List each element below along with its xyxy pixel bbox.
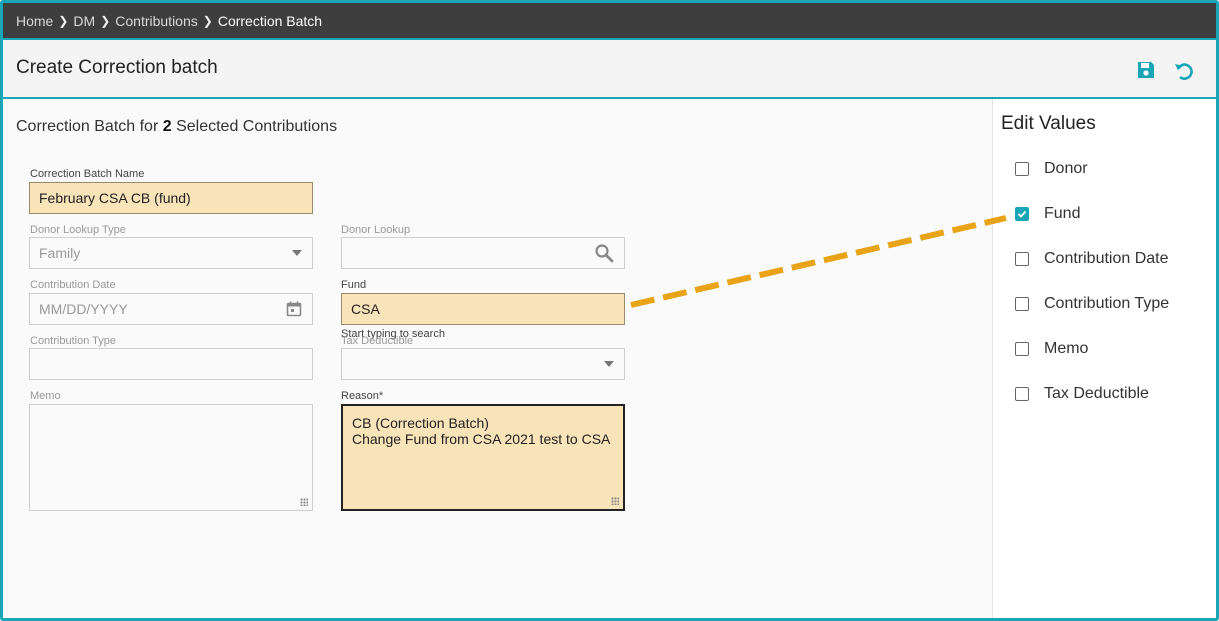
checkbox-checked-icon[interactable] <box>1015 207 1029 221</box>
tax-deductible-select[interactable] <box>341 348 625 380</box>
breadcrumb-dm[interactable]: DM <box>73 13 95 29</box>
contribution-date-input[interactable]: MM/DD/YYYY <box>29 293 313 325</box>
edit-value-label: Contribution Type <box>1044 295 1170 312</box>
checkbox-icon[interactable] <box>1015 162 1029 176</box>
edit-value-label: Donor <box>1044 160 1088 177</box>
contribution-type-input[interactable] <box>29 348 313 380</box>
chevron-down-icon <box>292 250 302 256</box>
checkbox-icon[interactable] <box>1015 387 1029 401</box>
breadcrumb-contributions[interactable]: Contributions <box>115 13 198 29</box>
donor-lookup-input[interactable] <box>341 237 625 269</box>
reason-textarea[interactable]: CB (Correction Batch) Change Fund from C… <box>341 404 625 511</box>
edit-value-label: Contribution Date <box>1044 250 1169 267</box>
checkbox-icon[interactable] <box>1015 342 1029 356</box>
reason-label: Reason* <box>341 390 384 402</box>
summary-prefix: Correction Batch for <box>16 118 163 135</box>
fund-input[interactable]: CSA <box>341 293 625 325</box>
selection-summary: Correction Batch for 2 Selected Contribu… <box>16 118 337 136</box>
contribution-date-label: Contribution Date <box>30 279 116 291</box>
check-icon <box>1017 210 1027 218</box>
contribution-type-label: Contribution Type <box>30 335 117 347</box>
edit-value-donor[interactable]: Donor <box>1015 160 1088 178</box>
reason-line-1: CB (Correction Batch) <box>352 415 489 431</box>
edit-value-label: Memo <box>1044 340 1089 357</box>
edit-values-panel: Edit Values Donor Fund Contribution Date Co… <box>992 99 1216 618</box>
chevron-right-icon: ❯ <box>202 13 213 28</box>
undo-icon[interactable] <box>1173 60 1195 82</box>
donor-lookup-label: Donor Lookup <box>341 224 411 236</box>
page-title: Create Correction batch <box>16 57 218 78</box>
resize-handle-icon[interactable] <box>611 497 619 505</box>
donor-lookup-type-label: Donor Lookup Type <box>30 224 126 236</box>
memo-label: Memo <box>30 390 61 402</box>
donor-lookup-type-value: Family <box>39 245 81 261</box>
page-header: Create Correction batch <box>3 38 1216 99</box>
chevron-right-icon: ❯ <box>58 13 69 28</box>
resize-handle-icon[interactable] <box>300 498 308 506</box>
chevron-down-icon <box>604 361 614 367</box>
edit-value-memo[interactable]: Memo <box>1015 340 1088 358</box>
tax-deductible-label: Tax Deductible <box>341 335 414 347</box>
selected-count: 2 <box>162 118 172 135</box>
breadcrumb-home[interactable]: Home <box>16 13 53 29</box>
breadcrumb: Home ❯ DM ❯ Contributions ❯ Correction B… <box>3 3 1216 38</box>
calendar-icon[interactable] <box>286 301 302 317</box>
batch-name-input[interactable]: February CSA CB (fund) <box>29 182 313 214</box>
batch-name-value: February CSA CB (fund) <box>39 190 191 206</box>
edit-value-label: Fund <box>1044 205 1081 222</box>
breadcrumb-correction-batch: Correction Batch <box>217 12 323 29</box>
summary-suffix: Selected Contributions <box>171 118 338 135</box>
memo-textarea[interactable] <box>29 404 313 511</box>
edit-value-label: Tax Deductible <box>1044 385 1149 402</box>
edit-value-tax-deductible[interactable]: Tax Deductible <box>1015 385 1149 403</box>
save-icon[interactable] <box>1136 60 1156 80</box>
app-window: Home ❯ DM ❯ Contributions ❯ Correction B… <box>0 0 1219 621</box>
donor-lookup-type-select[interactable]: Family <box>29 237 313 269</box>
edit-value-contribution-type[interactable]: Contribution Type <box>1015 295 1169 313</box>
search-icon[interactable] <box>594 243 614 263</box>
reason-line-2: Change Fund from CSA 2021 test to CSA <box>352 431 611 447</box>
checkbox-icon[interactable] <box>1015 252 1029 266</box>
form-panel: Correction Batch for 2 Selected Contribu… <box>3 99 992 618</box>
edit-value-fund[interactable]: Fund <box>1015 205 1080 223</box>
fund-value: CSA <box>351 301 380 317</box>
edit-value-contribution-date[interactable]: Contribution Date <box>1015 250 1169 268</box>
batch-name-label: Correction Batch Name <box>30 168 145 180</box>
contribution-date-placeholder: MM/DD/YYYY <box>39 301 128 317</box>
checkbox-icon[interactable] <box>1015 297 1029 311</box>
chevron-right-icon: ❯ <box>100 13 111 28</box>
edit-values-title: Edit Values <box>1001 113 1096 134</box>
fund-label: Fund <box>341 279 367 291</box>
